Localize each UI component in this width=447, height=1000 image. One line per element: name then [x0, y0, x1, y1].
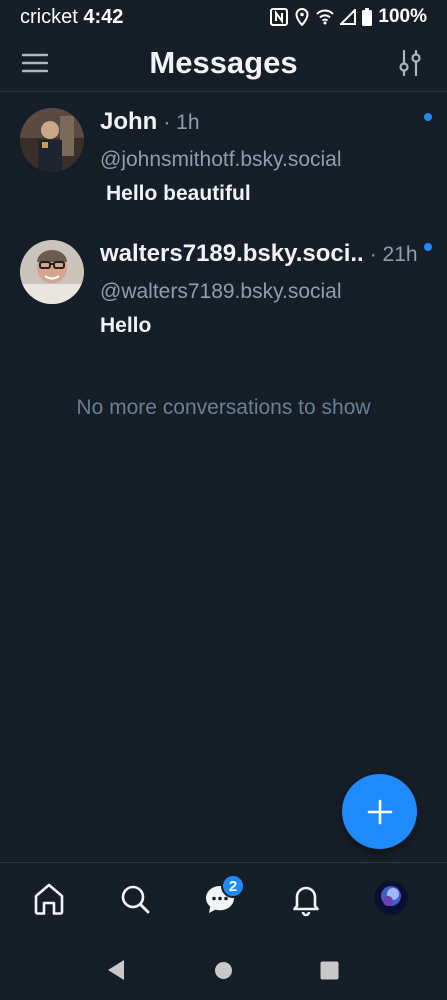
bottom-nav: [0, 862, 447, 940]
last-message: Hello: [100, 314, 152, 337]
contact-handle: @johnsmithotf.bsky.social: [100, 148, 342, 171]
menu-button[interactable]: [20, 48, 50, 78]
contact-name: John: [100, 108, 158, 135]
status-left: cricket 4:42: [20, 6, 123, 29]
conversation-row[interactable]: walters7189.bsky.soci.. · 21h @walters71…: [0, 240, 447, 360]
unread-dot: [424, 113, 432, 121]
timestamp: · 21h: [369, 243, 418, 266]
nfc-icon: [270, 8, 289, 26]
hamburger-icon: [21, 53, 49, 73]
recents-icon[interactable]: [320, 961, 339, 980]
timestamp: · 1h: [163, 111, 200, 134]
profile-avatar: [374, 881, 408, 915]
battery-icon: [362, 8, 373, 26]
conversation-header: John · 1h: [100, 108, 433, 136]
status-bar: cricket 4:42 100%: [0, 0, 447, 34]
plus-icon: [367, 799, 392, 824]
page-title: Messages: [149, 44, 298, 80]
signal-icon: [340, 9, 357, 25]
empty-state-text: No more conversations to show: [76, 396, 371, 419]
contact-handle: @walters7189.bsky.social: [100, 280, 342, 303]
header: Messages: [0, 34, 447, 92]
conversation-header: walters7189.bsky.soci.. · 21h: [100, 240, 433, 268]
unread-dot: [424, 243, 432, 251]
back-icon[interactable]: [106, 959, 126, 981]
nav-notifications[interactable]: [288, 881, 324, 917]
new-chat-button[interactable]: [342, 774, 417, 849]
settings-button[interactable]: [395, 48, 425, 78]
avatar: [20, 240, 84, 304]
chat-badge: 2: [221, 874, 245, 898]
bell-icon: [293, 886, 319, 917]
contact-name: walters7189.bsky.soci..: [100, 240, 364, 267]
home-circle-icon[interactable]: [214, 961, 233, 980]
status-icons: 100%: [270, 6, 427, 28]
clock: 4:42: [83, 5, 124, 28]
wifi-icon: [316, 9, 335, 25]
avatar: [20, 108, 84, 172]
nav-search[interactable]: [117, 881, 153, 917]
sliders-icon: [399, 49, 421, 77]
home-icon: [34, 883, 64, 915]
nav-profile[interactable]: [374, 881, 408, 915]
search-icon: [121, 885, 150, 914]
nav-home[interactable]: [31, 881, 67, 917]
last-message: Hello beautiful: [106, 182, 251, 205]
carrier-label: cricket: [20, 5, 78, 28]
battery-percent: 100%: [378, 6, 427, 27]
system-nav: [0, 940, 447, 1000]
location-icon: [295, 8, 309, 26]
conversation-row[interactable]: John · 1h @johnsmithotf.bsky.social Hell…: [0, 108, 447, 228]
